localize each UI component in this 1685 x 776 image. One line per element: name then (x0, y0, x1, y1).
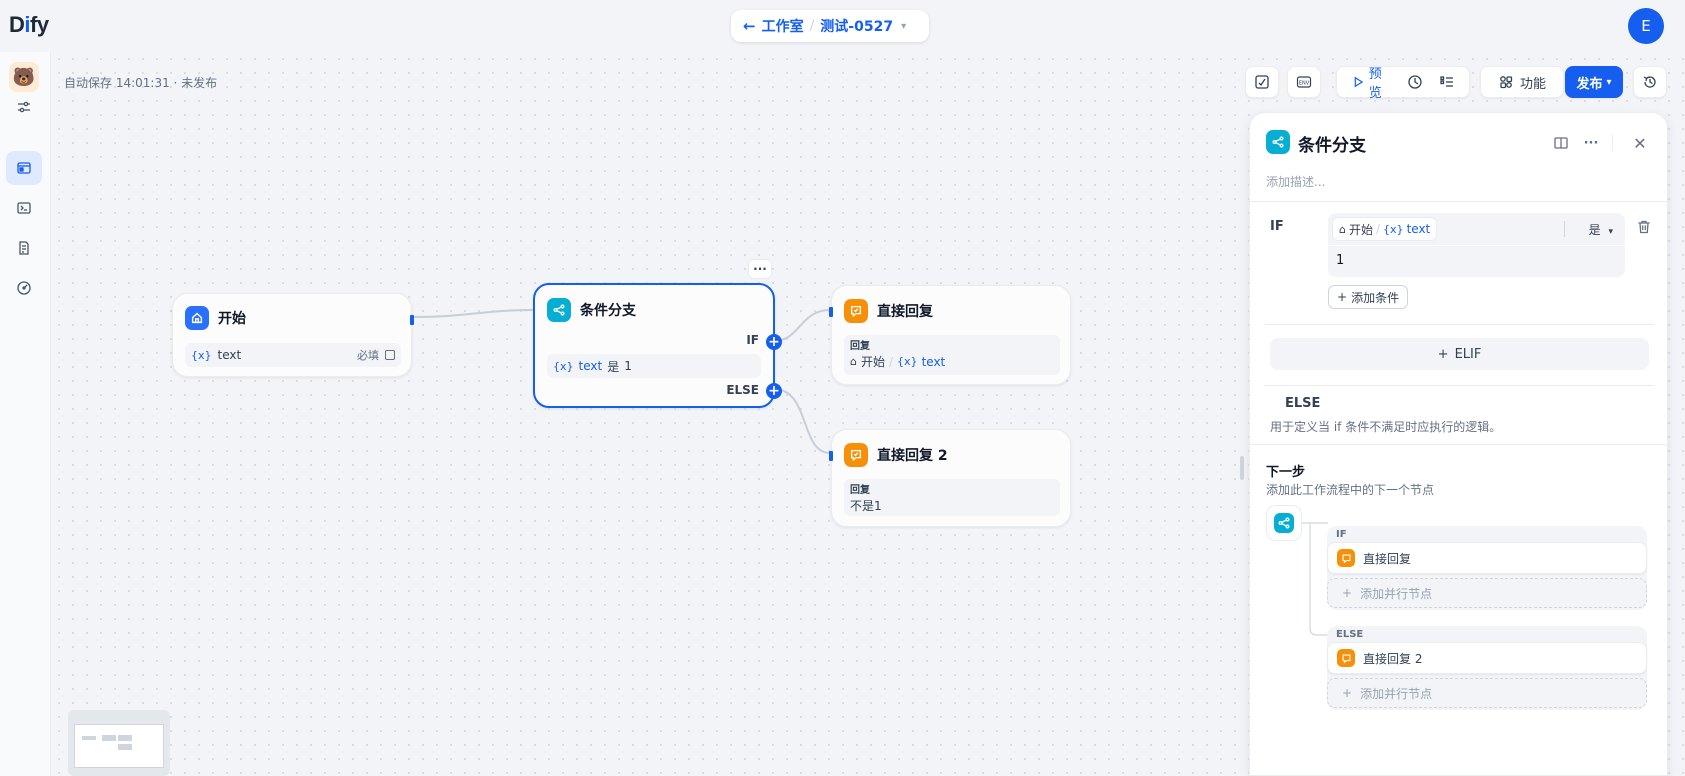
start-variable-name: text (217, 348, 242, 362)
node-config-panel: 条件分支 ··· ✕ 添加描述... IF ⌂ 开始 / {x} text 是 … (1249, 112, 1668, 776)
start-variable-row: {x} text 必填 (185, 343, 401, 367)
else-section-title: ELSE (1285, 396, 1321, 411)
branch-next-node[interactable]: 直接回复 2 (1327, 642, 1647, 674)
ref-variable-name: text (921, 354, 946, 369)
condition-variable: text (578, 359, 603, 373)
ref-node-name: 开始 (860, 355, 885, 369)
variable-icon: {x} (897, 355, 918, 368)
condition-value: 1 (624, 359, 632, 373)
answer-node-1-reply: 回复 ⌂ 开始 / {x} text (844, 335, 1060, 375)
condition-node-name: 开始 (1348, 222, 1373, 237)
plus-icon: + (1437, 346, 1449, 362)
answer-node-2-reply: 回复 不是1 (844, 479, 1060, 516)
minimap[interactable] (68, 710, 170, 776)
next-step-branch-else: ELSE 直接回复 2 + 添加并行节点 (1327, 626, 1647, 710)
panel-if-label: IF (1270, 219, 1284, 234)
variable-icon: {x} (191, 348, 212, 362)
divider (1265, 324, 1654, 325)
condition-row-separator (1328, 245, 1625, 246)
answer-node-2-title: 直接回复 2 (877, 448, 948, 464)
ref-separator: / (889, 354, 894, 369)
if-else-node[interactable]: 条件分支 IF {x} text 是 1 ELSE + + (533, 283, 782, 408)
divider (1250, 444, 1667, 445)
add-parallel-node-button[interactable]: + 添加并行节点 (1327, 678, 1647, 708)
condition-operator: 是 (607, 359, 620, 374)
plus-icon: + (1337, 290, 1348, 304)
branch-icon (1274, 513, 1294, 533)
answer-node-2[interactable]: 直接回复 2 回复 不是1 (829, 429, 1071, 527)
next-step-connectors (1302, 522, 1328, 636)
condition-divider (1564, 221, 1565, 237)
branch-label: ELSE (1336, 629, 1364, 640)
condition-variable-selector[interactable]: ⌂ 开始 / {x} text (1332, 217, 1438, 241)
panel-header-divider (1612, 135, 1613, 151)
branch-icon (1266, 130, 1290, 154)
add-elif-button[interactable]: + ELIF (1270, 338, 1649, 370)
divider (1250, 201, 1667, 202)
add-condition-button[interactable]: + 添加条件 (1328, 285, 1409, 309)
minimap-node (118, 744, 132, 750)
add-parallel-node-button[interactable]: + 添加并行节点 (1327, 578, 1647, 608)
else-branch-label: ELSE (726, 383, 759, 397)
next-step-source-node (1266, 505, 1302, 541)
if-branch-label: IF (746, 333, 759, 347)
answer-icon (844, 299, 868, 323)
condition-variable-name: text (1406, 222, 1431, 236)
else-section-description: 用于定义当 if 条件不满足时应执行的逻辑。 (1270, 420, 1502, 434)
if-add-node-icon[interactable]: + (766, 334, 782, 350)
panel-description-input[interactable]: 添加描述... (1266, 173, 1325, 190)
condition-box: ⌂ 开始 / {x} text 是 ▾ 1 (1328, 213, 1625, 277)
branch-label: IF (1336, 529, 1347, 540)
reply-text: 不是1 (850, 499, 882, 513)
chevron-down-icon: ▾ (1608, 227, 1613, 237)
next-step-branch-if: IF 直接回复 + 添加并行节点 (1327, 526, 1647, 610)
home-icon (185, 306, 209, 330)
next-step-title: 下一步 (1266, 465, 1306, 480)
answer-icon (1337, 649, 1355, 667)
reply-variable-ref: ⌂ 开始 / {x} text (850, 353, 1054, 370)
answer-icon (844, 443, 868, 467)
panel-title[interactable]: 条件分支 (1298, 131, 1366, 156)
answer-icon (1337, 549, 1355, 567)
reply-label: 回复 (850, 485, 870, 496)
answer-node-1-title: 直接回复 (877, 304, 933, 320)
branch-icon (547, 298, 571, 322)
panel-resize-handle[interactable] (1240, 456, 1244, 480)
answer-node-1[interactable]: 直接回复 回复 ⌂ 开始 / {x} text (829, 285, 1071, 385)
text-input-icon (385, 350, 395, 360)
close-icon[interactable]: ✕ (1630, 133, 1650, 153)
else-add-node-icon[interactable]: + (766, 383, 782, 399)
answer-2-input-handle[interactable] (829, 451, 833, 461)
node-more-menu-icon[interactable]: ··· (748, 259, 772, 279)
home-icon: ⌂ (1339, 222, 1346, 236)
variable-icon: {x} (553, 359, 574, 373)
minimap-node (82, 736, 96, 740)
variable-icon: {x} (1383, 222, 1404, 236)
minimap-node (118, 735, 132, 741)
condition-value-input[interactable]: 1 (1336, 253, 1344, 268)
condition-operator-select[interactable]: 是 ▾ (1589, 221, 1613, 238)
delete-condition-icon[interactable] (1636, 219, 1652, 235)
if-condition-summary: {x} text 是 1 (547, 354, 761, 378)
help-doc-icon[interactable] (1551, 133, 1571, 153)
required-badge: 必填 (357, 349, 379, 362)
if-else-node-title: 条件分支 (580, 303, 636, 319)
answer-1-input-handle[interactable] (829, 307, 833, 317)
start-node[interactable]: 开始 {x} text 必填 (172, 293, 414, 377)
reply-label: 回复 (850, 341, 870, 352)
plus-icon: + (1342, 686, 1353, 700)
plus-icon: + (1342, 586, 1353, 600)
condition-separator: / (1376, 222, 1381, 236)
divider (1265, 385, 1654, 386)
branch-next-node[interactable]: 直接回复 (1327, 542, 1647, 574)
minimap-node (102, 735, 116, 741)
next-step-description: 添加此工作流程中的下一个节点 (1266, 483, 1435, 497)
home-icon: ⌂ (850, 355, 857, 368)
more-options-icon[interactable]: ··· (1581, 133, 1601, 153)
start-output-handle[interactable] (410, 315, 414, 325)
start-node-title: 开始 (218, 311, 246, 327)
